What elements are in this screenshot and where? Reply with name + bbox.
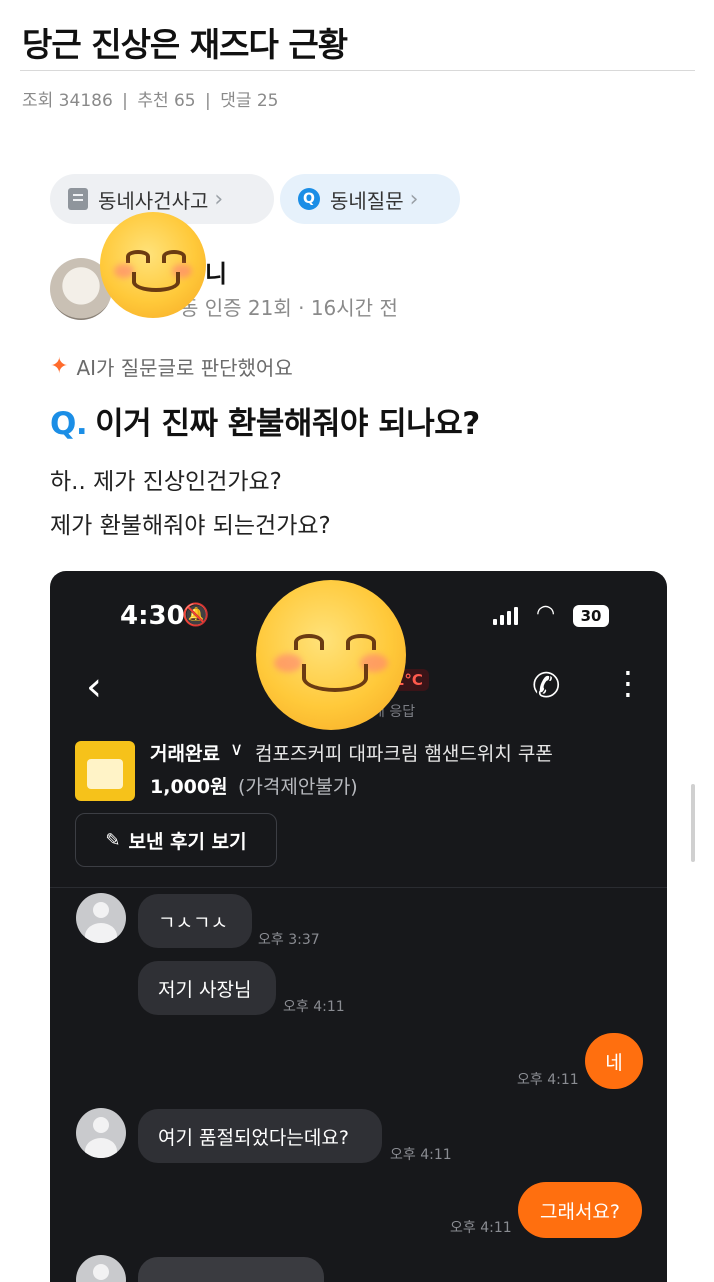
message-bubble-incoming: 여기 품절되었다는데요? [138,1109,382,1163]
message-time: 오후 4:11 [517,1072,579,1088]
message-bubble-incoming [138,1257,324,1282]
smiley-emoji-icon [100,212,206,318]
status-time: 4:30 [120,601,185,631]
view-review-button[interactable]: ✎ 보낸 후기 보기 [75,813,277,867]
smiley-emoji-icon [256,580,406,730]
question-title: Q. 이거 진짜 환불해줘야 되나요? [50,398,480,443]
sender-avatar[interactable] [76,1108,126,1158]
phone-call-icon[interactable]: ✆ [532,669,561,703]
sender-avatar[interactable] [76,1255,126,1282]
message-bubble-incoming: 저기 사장님 [138,961,276,1015]
question-prefix: Q. [50,406,88,442]
chevron-right-icon: › [409,186,419,212]
chat-divider [50,887,667,888]
sender-avatar[interactable] [76,893,126,943]
pencil-icon: ✎ [105,829,121,851]
message-time: 오후 4:11 [390,1147,452,1163]
q-badge-icon: Q [298,188,320,210]
bell-off-icon: 🔕 [182,603,210,628]
product-price: 1,000원 [150,776,228,798]
ai-badge: ✦ AI가 질문글로 판단했어요 [50,352,293,381]
chevron-down-icon[interactable]: ∨ [230,739,243,760]
body-line: 제가 환불해줘야 되는건가요? [50,513,331,539]
chevron-right-icon: › [214,186,224,212]
wifi-icon: ◠ [536,601,556,626]
body-line: 하.. 제가 진상인건가요? [50,469,282,495]
author-name: 니 [205,260,228,288]
battery-icon: 30 [573,605,609,627]
product-name: 컴포즈커피 대파크림 햄샌드위치 쿠폰 [255,743,553,765]
meta-separator: | [205,91,211,111]
page-scrollbar[interactable] [691,784,695,862]
question-text: 이거 진짜 환불해줘야 되나요? [95,406,480,442]
sparkle-icon: ✦ [50,354,69,379]
doc-icon [68,188,88,210]
author-subinfo: 동 인증 21회 · 16시간 전 [180,296,398,320]
ai-badge-text: AI가 질문글로 판단했어요 [76,356,293,380]
product-thumbnail[interactable] [75,741,135,801]
meta-separator: | [122,91,128,111]
chip-neighborhood-question[interactable]: Q 동네질문 › [280,174,460,224]
chip-label: 동네질문 [330,188,404,213]
signal-icon [493,607,518,625]
price-negotiation: (가격제안불가) [238,776,358,798]
message-time: 오후 4:11 [283,999,345,1015]
message-bubble-incoming: ㄱㅅㄱㅅ [138,894,252,948]
trade-status[interactable]: 거래완료 [150,739,220,766]
chip-label: 동네사건사고 [98,188,209,213]
message-bubble-outgoing: 네 [585,1033,643,1089]
message-time: 오후 3:37 [258,932,320,948]
review-button-label: 보낸 후기 보기 [128,830,247,853]
message-time: 오후 4:11 [450,1220,512,1236]
more-vert-icon[interactable]: ⋮ [612,667,644,699]
post-title: 당근 진상은 재즈다 근황 [22,25,348,64]
comments-count: 댓글 25 [220,91,279,111]
views-count: 조회 34186 [22,91,113,111]
message-bubble-outgoing: 그래서요? [518,1182,642,1238]
recommend-count: 추천 65 [137,91,196,111]
back-arrow-icon[interactable]: ‹ [86,667,102,707]
post-meta: 조회 34186 | 추천 65 | 댓글 25 [22,86,279,111]
title-divider [20,70,695,71]
